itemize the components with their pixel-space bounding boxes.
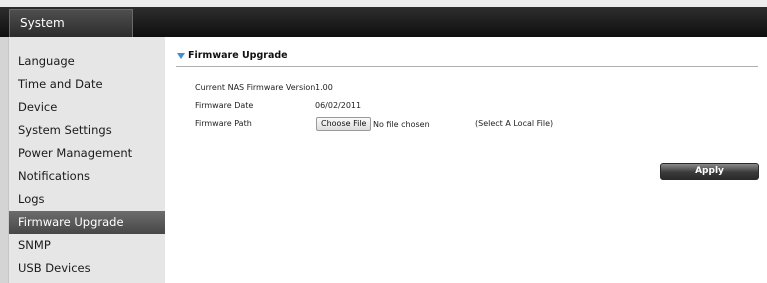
sidebar-item-time-and-date[interactable]: Time and Date (9, 73, 165, 96)
top-strip (0, 0, 767, 7)
no-file-chosen-text: No file chosen (373, 120, 430, 129)
select-local-file-hint: (Select A Local File) (475, 119, 554, 128)
collapse-triangle-icon[interactable] (177, 53, 185, 59)
sidebar-item-snmp[interactable]: SNMP (9, 234, 165, 257)
tab-system-management[interactable]: System Management (9, 9, 133, 57)
sidebar-edge (0, 37, 9, 283)
sidebar-menu: Language Time and Date Device System Set… (9, 50, 165, 280)
section-header[interactable]: Firmware Upgrade (176, 49, 758, 67)
sidebar-item-usb-devices[interactable]: USB Devices (9, 257, 165, 280)
sidebar-item-language[interactable]: Language (9, 50, 165, 73)
choose-file-button[interactable]: Choose File (316, 117, 372, 131)
sidebar-item-notifications[interactable]: Notifications (9, 165, 165, 188)
sidebar-item-system-settings[interactable]: System Settings (9, 119, 165, 142)
current-version-label: Current NAS Firmware Version (195, 83, 316, 92)
firmware-path-label: Firmware Path (195, 119, 252, 128)
sidebar-item-device[interactable]: Device (9, 96, 165, 119)
sidebar-item-power-management[interactable]: Power Management (9, 142, 165, 165)
section-title: Firmware Upgrade (188, 50, 288, 61)
apply-button[interactable]: Apply (660, 163, 759, 180)
main-panel: Firmware Upgrade Current NAS Firmware Ve… (165, 37, 767, 283)
sidebar-item-logs[interactable]: Logs (9, 188, 165, 211)
firmware-date-value: 06/02/2011 (315, 101, 362, 110)
sidebar: Language Time and Date Device System Set… (0, 37, 165, 283)
sidebar-item-firmware-upgrade[interactable]: Firmware Upgrade (9, 211, 165, 234)
firmware-date-label: Firmware Date (195, 101, 254, 110)
current-version-value: 1.00 (315, 83, 333, 92)
